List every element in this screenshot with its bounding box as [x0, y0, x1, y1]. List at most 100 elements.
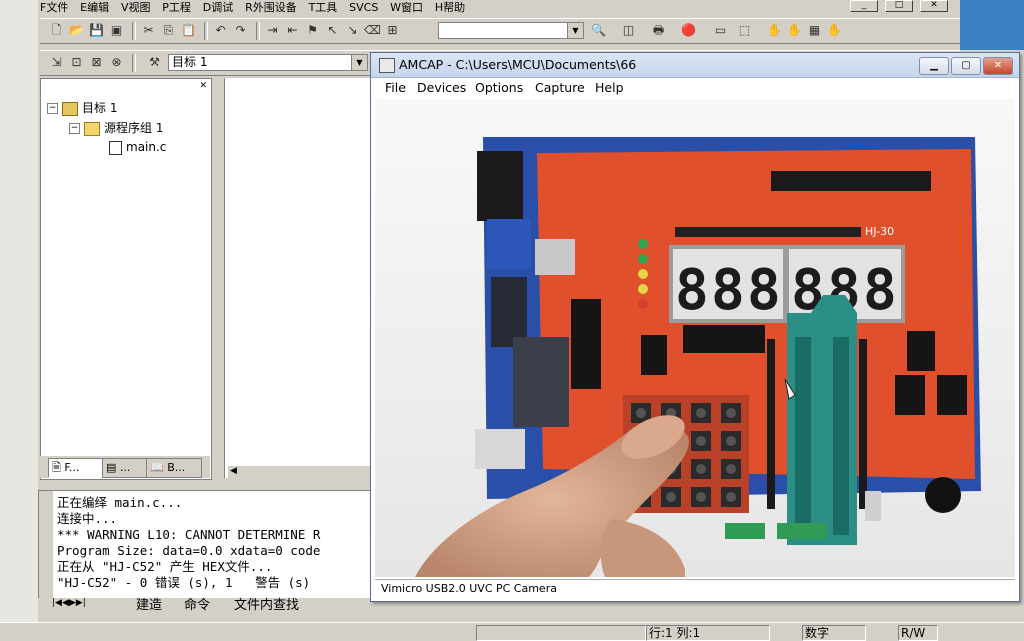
view-icon[interactable]: ⬚ — [736, 22, 753, 39]
editor-hscroll[interactable]: ◀ — [228, 465, 370, 480]
menu-view[interactable]: V视图 — [121, 2, 151, 14]
menu-devices[interactable]: Devices — [417, 80, 466, 95]
unindent-icon[interactable]: ⇤ — [284, 22, 301, 39]
output-line: *** WARNING L10: CANNOT DETERMINE R — [57, 527, 321, 542]
target-combo[interactable]: 目标 1 ▼ — [168, 54, 368, 71]
menu-options[interactable]: Options — [475, 80, 523, 95]
translate-icon[interactable]: ⇲ — [48, 54, 65, 71]
target-icon — [62, 101, 78, 116]
menu-file[interactable]: F文件 — [40, 2, 68, 14]
status-rw: R/W — [898, 625, 938, 641]
menu-file[interactable]: File — [385, 80, 406, 95]
options-icon[interactable]: ⚒ — [146, 54, 163, 71]
tree-file[interactable]: main.c — [109, 140, 166, 155]
scroll-left-icon[interactable]: ◀ — [230, 466, 237, 476]
status-empty — [476, 625, 646, 641]
close-icon[interactable]: ✕ — [199, 81, 207, 91]
tab-regs[interactable]: ▤ ... — [102, 458, 148, 478]
indent-icon[interactable]: ⇥ — [264, 22, 281, 39]
status-bar: 行:1 列:1 数字 R/W — [0, 622, 1024, 641]
find-files-icon[interactable]: ⊞ — [384, 22, 401, 39]
minimize-button[interactable]: ▁ — [919, 57, 949, 75]
amcap-status-bar: Vimicro USB2.0 UVC PC Camera — [375, 579, 1015, 598]
maximize-button[interactable]: ▢ — [951, 57, 981, 75]
menu-capture[interactable]: Capture — [535, 80, 585, 95]
seg-digit: 8 — [863, 258, 897, 323]
tree-target[interactable]: − 目标 1 — [47, 99, 117, 116]
hand3-icon[interactable]: ✋ — [826, 22, 843, 39]
bookmark-clear-icon[interactable]: ⌫ — [364, 22, 381, 39]
window-icon[interactable]: ▭ — [712, 22, 729, 39]
browse-icon[interactable]: ◫ — [620, 22, 637, 39]
menu-debug[interactable]: D调试 — [203, 2, 233, 14]
menu-edit[interactable]: E编辑 — [80, 2, 109, 14]
board-photo: 8 8 8 8 8 8 HJ-30 — [375, 99, 1015, 577]
cut-icon[interactable]: ✂ — [140, 22, 157, 39]
amcap-menu-bar: File Devices Options Capture Help — [371, 78, 1019, 98]
menu-svcs[interactable]: SVCS — [349, 2, 378, 14]
keypad-key-cap — [696, 464, 706, 474]
save-all-icon[interactable]: ▣ — [108, 22, 125, 39]
seg-digit: 8 — [711, 258, 745, 323]
find-combo[interactable]: ▼ — [438, 22, 584, 39]
print-icon[interactable]: 🖶 — [650, 22, 667, 39]
editor-area[interactable] — [224, 78, 371, 478]
maximize-button[interactable]: □ — [885, 0, 913, 12]
debug-icon[interactable]: 🔴 — [680, 22, 697, 39]
tab-build[interactable]: 建造 — [136, 598, 162, 613]
collapse-icon[interactable]: − — [69, 123, 80, 134]
menu-peripherals[interactable]: R外围设备 — [245, 2, 297, 14]
seg-digit: 8 — [747, 258, 781, 323]
tab-find-in-files[interactable]: 文件内查找 — [234, 598, 299, 613]
tree-group[interactable]: − 源程序组 1 — [69, 119, 163, 136]
amcap-titlebar[interactable]: AMCAP - C:\Users\MCU\Documents\66 ▁ ▢ ✕ — [371, 53, 1019, 78]
output-scrollbar[interactable] — [39, 491, 53, 601]
save-icon[interactable]: 💾 — [88, 22, 105, 39]
menu-window[interactable]: W窗口 — [390, 2, 423, 14]
tab-books[interactable]: 📖 B... — [146, 458, 202, 478]
stop-build-icon[interactable]: ⊗ — [108, 54, 125, 71]
menu-tools[interactable]: T工具 — [309, 2, 338, 14]
output-line: 正在编绎 main.c... — [57, 495, 183, 510]
bookmark-prev-icon[interactable]: ↖ — [324, 22, 341, 39]
build-icon[interactable]: ⊡ — [68, 54, 85, 71]
hand2-icon[interactable]: ✋ — [786, 22, 803, 39]
minimize-button[interactable]: _ — [850, 0, 878, 12]
tab-nav-icon[interactable]: |◀◀▶▶| — [52, 598, 86, 608]
config-icon[interactable]: ▦ — [806, 22, 823, 39]
menu-help[interactable]: H帮助 — [435, 2, 465, 14]
collapse-icon[interactable]: − — [47, 103, 58, 114]
keypad-key-cap — [666, 492, 676, 502]
menu-help[interactable]: Help — [595, 80, 624, 95]
keypad-key-cap — [696, 492, 706, 502]
open-folder-icon[interactable]: 📂 — [68, 22, 85, 39]
target-combo-value: 目标 1 — [172, 55, 208, 69]
undo-icon[interactable]: ↶ — [212, 22, 229, 39]
close-button[interactable]: ✕ — [920, 0, 948, 12]
menu-project[interactable]: P工程 — [162, 2, 191, 14]
find-icon[interactable]: 🔍 — [590, 22, 607, 39]
rebuild-icon[interactable]: ⊠ — [88, 54, 105, 71]
chevron-down-icon[interactable]: ▼ — [567, 23, 583, 38]
splitter[interactable] — [212, 78, 224, 478]
camera-preview: 8 8 8 8 8 8 HJ-30 — [375, 99, 1015, 577]
seg-digit: 8 — [675, 258, 709, 323]
copy-icon[interactable]: ⎘ — [160, 22, 177, 39]
output-line: "HJ-C52" - 0 错误 (s), 1 警告 (s) — [57, 575, 311, 590]
tab-files[interactable]: 🗎 F... — [48, 458, 104, 478]
desktop-strip-right — [960, 0, 1024, 50]
bookmark-icon[interactable]: ⚑ — [304, 22, 321, 39]
menu-bar: F文件 E编辑 V视图 P工程 D调试 R外围设备 T工具 SVCS W窗口 H… — [40, 0, 960, 14]
close-button[interactable]: ✕ — [983, 57, 1013, 75]
chevron-down-icon[interactable]: ▼ — [351, 55, 367, 70]
new-file-icon[interactable]: 🗋 — [48, 22, 65, 39]
output-window: 正在编绎 main.c... 连接中... *** WARNING L10: C… — [38, 490, 376, 602]
hand-icon[interactable]: ✋ — [766, 22, 783, 39]
paste-icon[interactable]: 📋 — [180, 22, 197, 39]
redo-icon[interactable]: ↷ — [232, 22, 249, 39]
tab-books-label: B... — [167, 461, 186, 474]
bookmark-next-icon[interactable]: ↘ — [344, 22, 361, 39]
tree-file-label: main.c — [126, 140, 167, 154]
board-label: HJ-30 — [865, 225, 894, 238]
tab-command[interactable]: 命令 — [184, 598, 210, 613]
